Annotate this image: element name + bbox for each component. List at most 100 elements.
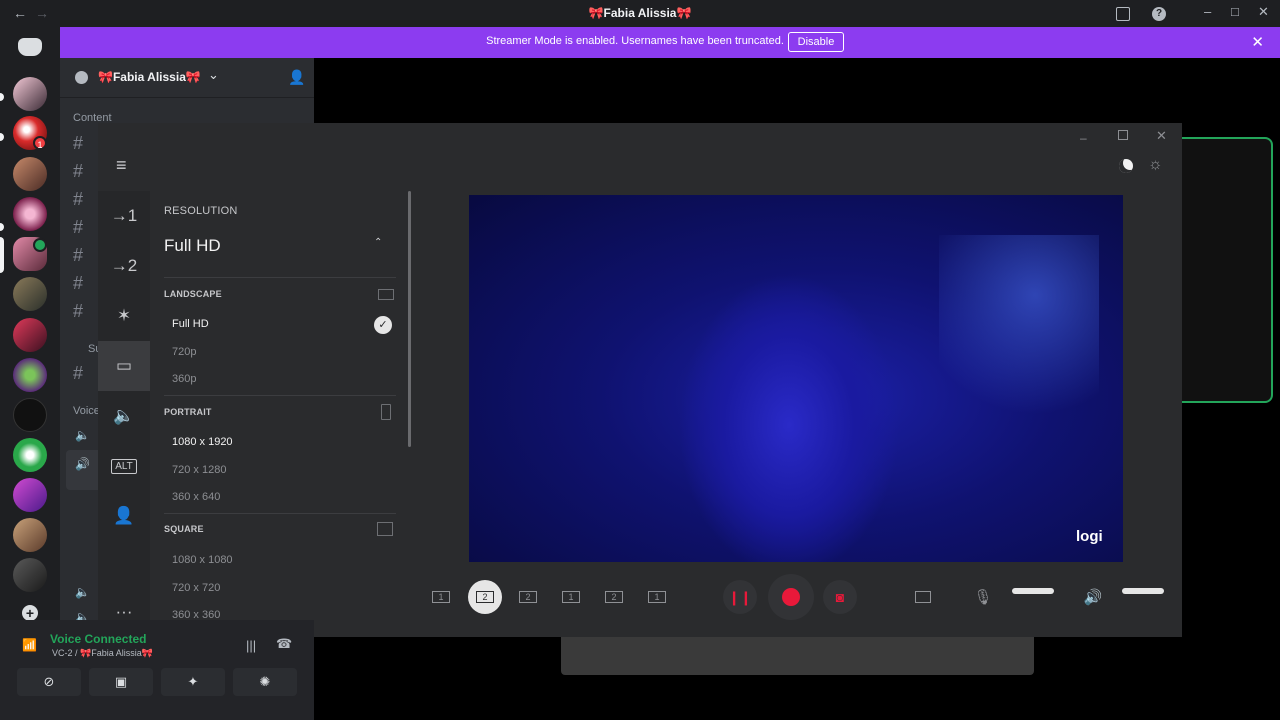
layout-1-icon[interactable]: 1 — [424, 580, 458, 614]
server-icon[interactable] — [13, 77, 47, 111]
background-lights — [939, 235, 1099, 435]
speaker-icon: 🔈 — [75, 585, 90, 599]
screen-share-button[interactable]: ▣ — [89, 668, 153, 696]
checkmark-icon: ✓ — [374, 316, 392, 334]
hamburger-icon[interactable]: ≡ — [116, 155, 127, 176]
discord-icon[interactable] — [18, 38, 42, 56]
hash-icon: # — [73, 189, 84, 209]
chevron-down-icon[interactable]: ⌄ — [208, 67, 219, 83]
server-rail: 1 + — [0, 27, 60, 720]
minimize-button[interactable]: – — [1204, 4, 1211, 19]
close-button[interactable]: ✕ — [1258, 4, 1269, 20]
server-icon[interactable] — [13, 197, 47, 231]
camera-icon[interactable]: ▭ — [98, 341, 150, 391]
minimize-button[interactable]: – — [1080, 131, 1087, 145]
help-icon[interactable]: ? — [1152, 7, 1166, 21]
hash-icon: # — [73, 273, 84, 293]
server-icon[interactable] — [13, 277, 47, 311]
option-720x720[interactable]: 720 x 720 — [172, 582, 220, 594]
maximize-button[interactable]: □ — [1231, 4, 1239, 19]
disable-button[interactable]: Disable — [788, 32, 844, 52]
logi-header: ≡ – ✕ ☼ — [98, 123, 1182, 191]
option-360x640[interactable]: 360 x 640 — [172, 491, 220, 503]
camera-preview: logi — [469, 195, 1123, 562]
landscape-icon — [378, 289, 394, 300]
microphone-icon[interactable]: 🎙 — [966, 580, 1000, 614]
hash-icon: # — [73, 161, 84, 181]
option-full-hd[interactable]: Full HD — [172, 318, 209, 330]
square-icon — [377, 522, 393, 536]
server-icon[interactable] — [13, 478, 47, 512]
disconnect-icon[interactable]: ☎ — [276, 636, 292, 652]
layout-split-21-icon[interactable]: 1 — [640, 580, 674, 614]
folder-icon[interactable] — [906, 580, 940, 614]
guild-header[interactable]: 🎀Fabia Alissia🎀 ⌄ 👤 — [60, 58, 314, 98]
add-server-icon[interactable]: + — [22, 605, 38, 621]
account-icon[interactable]: 👤 — [98, 491, 150, 541]
option-360p[interactable]: 360p — [172, 373, 196, 385]
record-button[interactable] — [768, 574, 814, 620]
hash-icon: # — [73, 363, 84, 383]
alt-icon[interactable]: ALT — [98, 441, 150, 491]
light-mode-icon[interactable]: ☼ — [1148, 156, 1163, 174]
server-icon[interactable] — [13, 518, 47, 552]
portrait-heading: PORTRAIT — [164, 407, 212, 417]
effects-icon[interactable]: ✶ — [98, 291, 150, 341]
layout-pip-1-icon[interactable]: 1 — [554, 580, 588, 614]
voice-panel: 📶 Voice Connected VC-2 / 🎀Fabia Alissia🎀… — [0, 620, 314, 720]
snapshot-icon[interactable]: ◙ — [823, 580, 857, 614]
soundboard-button[interactable]: ✺ — [233, 668, 297, 696]
hash-icon: # — [73, 245, 84, 265]
server-icon[interactable] — [13, 157, 47, 191]
guild-badge-icon — [75, 71, 88, 84]
server-icon[interactable] — [13, 438, 47, 472]
speaker-icon[interactable]: 🔊 — [1076, 580, 1110, 614]
option-1080x1920[interactable]: 1080 x 1920 — [172, 436, 233, 448]
server-icon[interactable] — [13, 398, 47, 432]
record-icon — [782, 588, 800, 606]
dark-mode-icon[interactable] — [1119, 159, 1133, 173]
close-icon[interactable]: ✕ — [1251, 33, 1264, 51]
layout-2-icon[interactable]: 2 — [468, 580, 502, 614]
option-720x1280[interactable]: 720 x 1280 — [172, 464, 226, 476]
landscape-heading: LANDSCAPE — [164, 289, 222, 299]
source-1-icon[interactable]: →1 — [98, 191, 150, 241]
scrollbar[interactable] — [408, 191, 411, 447]
layout-pip-2-icon[interactable]: 2 — [511, 580, 545, 614]
voice-channel-label: VC-2 / 🎀Fabia Alissia🎀 — [52, 648, 153, 658]
inbox-icon[interactable] — [1116, 7, 1130, 21]
server-icon[interactable] — [13, 318, 47, 352]
server-icon[interactable] — [13, 358, 47, 392]
notification-badge: 1 — [33, 136, 47, 150]
maximize-button[interactable] — [1118, 130, 1128, 140]
streamer-mode-banner: Streamer Mode is enabled. Usernames have… — [60, 27, 1280, 58]
resolution-panel: RESOLUTION Full HD ⌃ LANDSCAPE Full HD ✓… — [150, 191, 412, 637]
audio-icon[interactable]: 🔈 — [98, 391, 150, 441]
guild-name: 🎀Fabia Alissia🎀 — [98, 70, 201, 84]
title-bar: ← → 🎀Fabia Alissia🎀 ? – □ ✕ — [0, 0, 1280, 27]
activities-button[interactable]: ✦ — [161, 668, 225, 696]
camera-off-button[interactable]: ⊘ — [17, 668, 81, 696]
source-2-icon[interactable]: →2 — [98, 241, 150, 291]
category-voice[interactable]: Voice — [73, 405, 100, 417]
mic-volume-slider[interactable] — [1012, 588, 1054, 594]
close-button[interactable]: ✕ — [1156, 128, 1167, 144]
current-resolution[interactable]: Full HD — [164, 236, 221, 256]
layout-split-12-icon[interactable]: 2 — [597, 580, 631, 614]
signal-icon: 📶 — [22, 638, 37, 652]
voice-connected-label[interactable]: Voice Connected — [50, 632, 146, 646]
noise-suppression-icon[interactable]: ||| — [246, 638, 256, 653]
resolution-heading: RESOLUTION — [164, 205, 238, 217]
server-icon[interactable] — [13, 558, 47, 592]
hash-icon: # — [73, 301, 84, 321]
option-720p[interactable]: 720p — [172, 346, 196, 358]
pause-icon[interactable]: ❙❙ — [723, 580, 757, 614]
option-1080x1080[interactable]: 1080 x 1080 — [172, 554, 233, 566]
speaker-volume-slider[interactable] — [1122, 588, 1164, 594]
logi-icon-bar: →1 →2 ✶ ▭ 🔈 ALT 👤 ··· — [98, 191, 150, 637]
chevron-up-icon[interactable]: ⌃ — [374, 237, 382, 248]
stream-preview-frame[interactable] — [1180, 137, 1273, 403]
hash-icon: # — [73, 217, 84, 237]
portrait-icon — [381, 404, 391, 420]
add-member-icon[interactable]: 👤 — [288, 69, 305, 86]
